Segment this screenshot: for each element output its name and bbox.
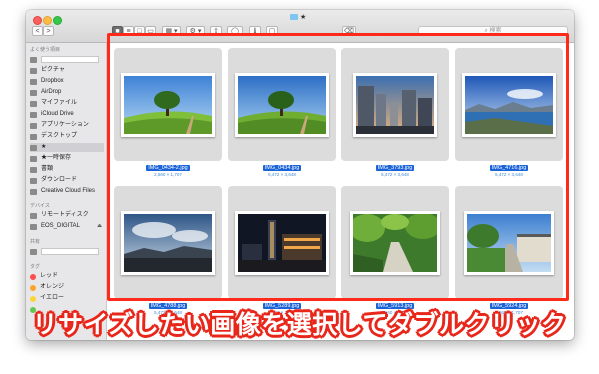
sidebar-item-my-files[interactable]: マイファイル (30, 99, 104, 108)
forward-button[interactable]: > (43, 26, 54, 36)
documents-icon (30, 166, 37, 173)
sidebar-item-label: 書類 (41, 166, 54, 172)
sidebar-item-airdrop[interactable]: AirDrop (30, 88, 104, 97)
sidebar-item-label: ダウンロード (41, 177, 78, 183)
sidebar-item-label: アプリケーション (41, 122, 89, 128)
sidebar-tag-yellow[interactable]: イエロー (30, 294, 104, 303)
sidebar-item-star-folder[interactable]: ★ (30, 143, 104, 152)
tags-header: タグ (30, 264, 41, 270)
sidebar-item-applications[interactable]: アプリケーション (30, 121, 104, 130)
sidebar-item-label: iCloud Drive (41, 111, 74, 117)
sidebar-item-label: ピクチャ (41, 67, 65, 73)
sidebar-item-label (41, 248, 99, 255)
computer-icon (30, 248, 37, 255)
all-files-icon (30, 100, 37, 107)
sidebar-item-shared[interactable] (30, 247, 104, 256)
home-icon (30, 56, 37, 63)
back-button[interactable]: < (32, 26, 43, 36)
instruction-caption: リサイズしたい画像を選択してダブルクリック (32, 311, 567, 339)
sidebar-item-dropbox[interactable]: Dropbox (30, 77, 104, 86)
window-title-text: ★ (300, 14, 307, 21)
sidebar-item-label: オレンジ (40, 284, 65, 290)
sidebar-item-label: マイファイル (41, 100, 78, 106)
sidebar-tag-red[interactable]: レッド (30, 272, 104, 281)
sidebar-item-label: イエロー (40, 295, 64, 301)
favorites-header: よく使う項目 (30, 47, 61, 53)
sidebar-item-downloads[interactable]: ダウンロード (30, 176, 104, 185)
zoom-window-button[interactable] (53, 16, 62, 25)
sidebar-item-pictures[interactable]: ピクチャ (30, 66, 104, 75)
yellow-tag-dot-icon (30, 295, 36, 302)
folder-icon (30, 155, 37, 162)
folder-icon (30, 144, 37, 151)
cloud-icon (30, 111, 37, 118)
red-tag-dot-icon (30, 273, 36, 280)
sidebar-item-label: デスクトップ (41, 133, 78, 139)
sidebar-item-label: EOS_DIGITAL (41, 223, 80, 229)
sidebar-item-documents[interactable]: 書類 (30, 165, 104, 174)
sidebar-item-label: Dropbox (41, 78, 64, 84)
sidebar-item-label: Creative Cloud Files (41, 188, 96, 194)
folder-icon (290, 14, 298, 20)
dropbox-icon (30, 78, 37, 85)
orange-tag-dot-icon (30, 284, 36, 291)
sidebar-item-home[interactable] (30, 55, 104, 64)
airdrop-icon (30, 89, 37, 96)
drive-icon (30, 223, 37, 230)
sidebar-item-desktop[interactable]: デスクトップ (30, 132, 104, 141)
creative-cloud-icon (30, 188, 37, 195)
sidebar-item-icloud-drive[interactable]: iCloud Drive (30, 110, 104, 119)
sidebar-item-label: レッド (40, 273, 59, 279)
shared-header: 共有 (30, 239, 41, 245)
highlight-frame (107, 33, 569, 301)
sidebar-item-creative-cloud[interactable]: Creative Cloud Files (30, 187, 104, 196)
window-title: ★ (290, 13, 306, 21)
minimize-window-button[interactable] (43, 16, 52, 25)
sidebar-item-label: ★ (41, 144, 47, 150)
applications-icon (30, 122, 37, 129)
eject-icon[interactable]: ⏏ (97, 222, 102, 231)
sidebar-item-eos-digital[interactable]: EOS_DIGITAL ⏏ (30, 222, 104, 231)
devices-header: デバイス (30, 203, 50, 209)
sidebar-item-label: AirDrop (41, 89, 62, 95)
sidebar-item-label (41, 56, 99, 63)
sidebar-item-remote-disc[interactable]: リモートディスク (30, 211, 104, 220)
sidebar: よく使う項目 ピクチャ Dropbox AirDrop マイファイル iClou… (26, 43, 107, 340)
sidebar-item-label: ★一時保存 (41, 155, 72, 161)
sidebar-item-temp-folder[interactable]: ★一時保存 (30, 154, 104, 163)
sidebar-tag-orange[interactable]: オレンジ (30, 283, 104, 292)
pictures-icon (30, 67, 37, 74)
downloads-icon (30, 177, 37, 184)
desktop-icon (30, 133, 37, 140)
sidebar-item-label: リモートディスク (41, 212, 89, 218)
remote-disc-icon (30, 212, 37, 219)
close-window-button[interactable] (33, 16, 42, 25)
